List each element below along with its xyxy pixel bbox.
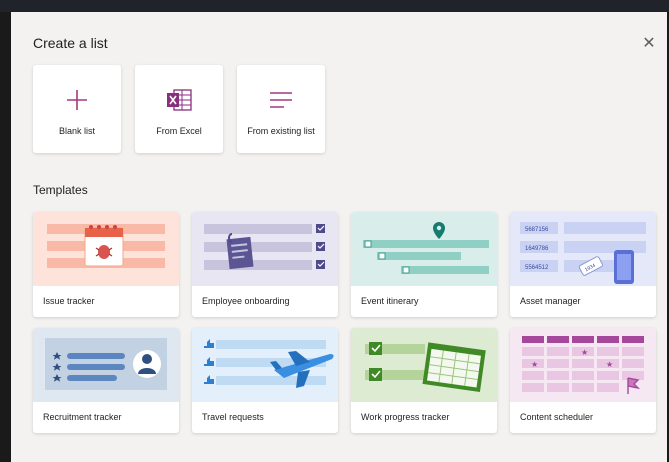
template-employee-onboarding[interactable]: Employee onboarding [192, 212, 338, 317]
template-recruitment-tracker[interactable]: Recruitment tracker [33, 328, 179, 433]
template-travel-requests[interactable]: Travel requests [192, 328, 338, 433]
from-excel-button[interactable]: From Excel [135, 65, 223, 153]
event-itinerary-illustration [351, 212, 497, 286]
template-asset-manager[interactable]: 5687156 1649786 5564512 1934 Asset manag… [510, 212, 656, 317]
asset-manager-illustration: 5687156 1649786 5564512 1934 [510, 212, 656, 286]
excel-icon [135, 87, 223, 113]
svg-text:★: ★ [606, 360, 613, 369]
asset-number-1: 5687156 [525, 227, 549, 233]
employee-onboarding-illustration [192, 212, 338, 286]
svg-text:★: ★ [581, 348, 588, 357]
issue-tracker-illustration [33, 212, 179, 286]
recruitment-tracker-label: Recruitment tracker [43, 412, 122, 422]
template-content-scheduler[interactable]: ★ ★ ★ Content scheduler [510, 328, 656, 433]
close-icon[interactable]: ✕ [641, 36, 657, 52]
issue-tracker-label: Issue tracker [43, 296, 95, 306]
from-excel-label: From Excel [156, 126, 202, 136]
event-itinerary-label: Event itinerary [361, 296, 419, 306]
asset-number-2: 1649786 [525, 246, 549, 252]
employee-onboarding-label: Employee onboarding [202, 296, 290, 306]
svg-text:★: ★ [531, 360, 538, 369]
dialog-title: Create a list [33, 35, 108, 51]
content-scheduler-illustration: ★ ★ ★ [510, 328, 656, 402]
asset-manager-label: Asset manager [520, 296, 581, 306]
blank-list-button[interactable]: Blank list [33, 65, 121, 153]
lines-icon [237, 87, 325, 113]
template-issue-tracker[interactable]: Issue tracker [33, 212, 179, 317]
asset-number-3: 5564512 [525, 265, 549, 271]
template-work-progress-tracker[interactable]: Work progress tracker [351, 328, 497, 433]
plus-icon [33, 87, 121, 113]
window-top-edge [0, 0, 669, 12]
template-event-itinerary[interactable]: Event itinerary [351, 212, 497, 317]
content-scheduler-label: Content scheduler [520, 412, 594, 422]
blank-list-label: Blank list [58, 126, 95, 136]
travel-requests-illustration [192, 328, 338, 402]
from-existing-list-label: From existing list [247, 126, 315, 136]
from-existing-list-button[interactable]: From existing list [237, 65, 325, 153]
recruitment-tracker-illustration [33, 328, 179, 402]
work-progress-tracker-illustration [351, 328, 497, 402]
travel-requests-label: Travel requests [202, 412, 264, 422]
work-progress-tracker-label: Work progress tracker [361, 412, 450, 422]
create-list-dialog: Create a list ✕ Blank list From Excel Fr… [11, 12, 667, 462]
templates-heading: Templates [33, 183, 88, 197]
